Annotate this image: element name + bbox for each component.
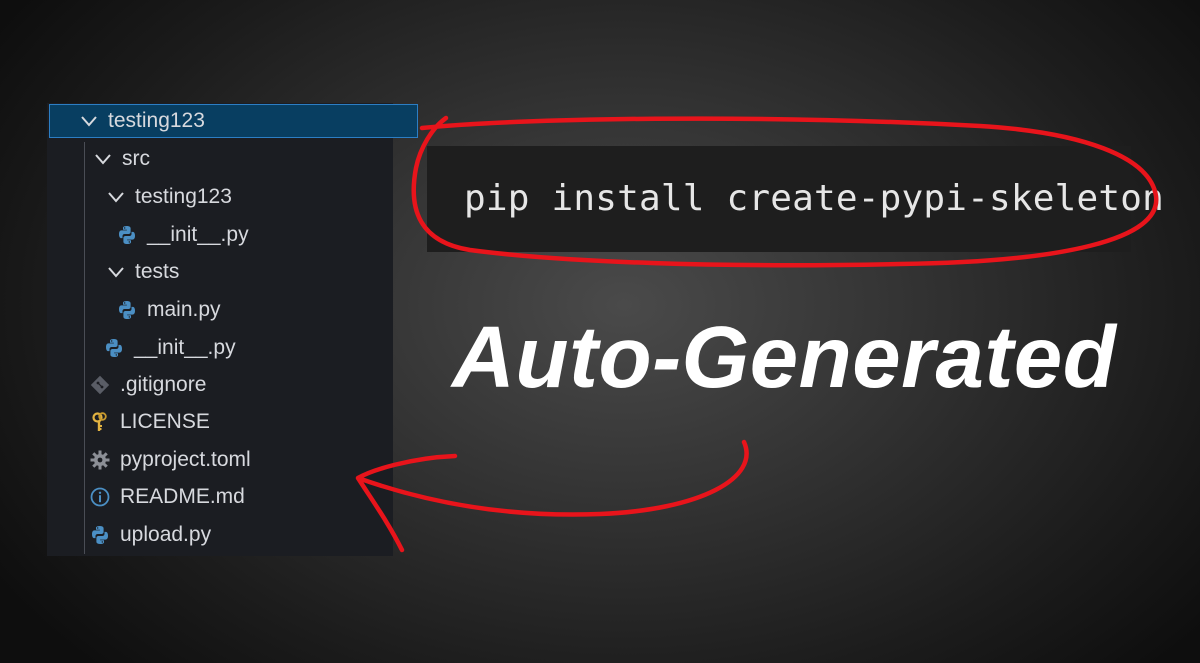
tree-folder-testing123-root[interactable]: testing123 <box>49 104 418 138</box>
python-icon <box>119 301 135 319</box>
tree-item-label: pyproject.toml <box>120 448 251 471</box>
tree-item-label: LICENSE <box>120 410 210 433</box>
python-icon <box>106 339 122 357</box>
tree-item-label: testing123 <box>135 185 232 208</box>
chevron-down-icon <box>108 267 124 278</box>
tree-file-main-py[interactable]: main.py <box>116 292 221 328</box>
headline-text: Auto-Generated <box>452 309 1117 406</box>
python-icon <box>119 226 135 244</box>
git-icon <box>90 375 110 395</box>
tree-item-label: __init__.py <box>134 336 236 359</box>
chevron-down-icon <box>108 192 124 203</box>
tree-folder-tests[interactable]: tests <box>105 254 179 290</box>
tree-file-license[interactable]: LICENSE <box>89 404 210 440</box>
gear-icon <box>90 450 110 470</box>
info-icon <box>90 487 110 507</box>
tree-item-label: upload.py <box>120 523 212 546</box>
tree-folder-src[interactable]: src <box>92 141 150 177</box>
chevron-down-icon <box>95 154 111 165</box>
tree-file-upload-py[interactable]: upload.py <box>89 517 211 553</box>
tree-item-label: __init__.py <box>147 223 249 246</box>
tree-file-readme-md[interactable]: README.md <box>89 479 245 515</box>
tree-item-label: README.md <box>120 485 245 508</box>
tree-file-pyproject-toml[interactable]: pyproject.toml <box>89 442 251 478</box>
tree-item-label: testing123 <box>108 109 205 132</box>
pip-install-command: pip install create-pypi-skeleton <box>464 178 1164 219</box>
tree-item-label: src <box>122 147 150 170</box>
python-icon <box>92 526 108 544</box>
chevron-down-icon <box>81 116 97 127</box>
key-icon <box>92 412 107 431</box>
tree-folder-testing123[interactable]: testing123 <box>105 179 232 215</box>
tree-file-init-py[interactable]: __init__.py <box>116 217 249 253</box>
tree-item-label: tests <box>135 260 180 283</box>
tree-file-gitignore[interactable]: .gitignore <box>89 367 206 403</box>
tree-item-label: .gitignore <box>120 373 207 396</box>
tree-item-label: main.py <box>147 298 221 321</box>
red-arrow-annotation <box>355 439 749 553</box>
tree-file-src-init-py[interactable]: __init__.py <box>103 330 236 366</box>
tree-indent-guide <box>84 142 85 554</box>
